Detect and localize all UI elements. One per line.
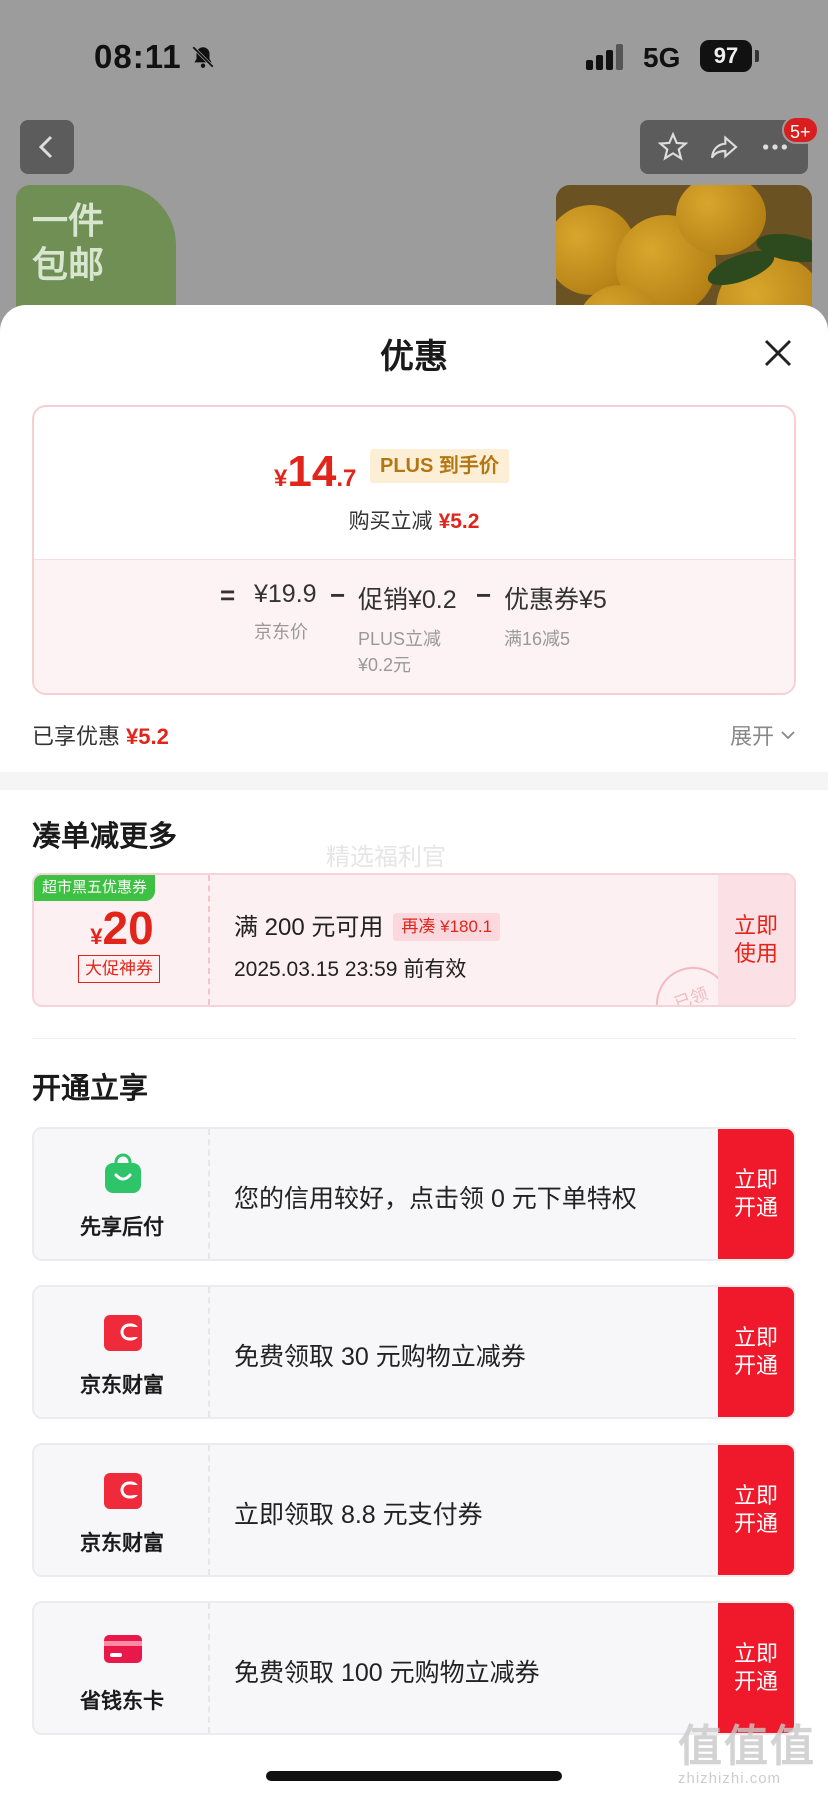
coupon-tag: 超市黑五优惠券 [34, 875, 156, 901]
open-now-button[interactable]: 立即 开通 [718, 1129, 794, 1259]
site-watermark: 值值值 zhizhizhi.com [678, 1710, 818, 1790]
price-formula: = ¥19.9 京东价 − 促销¥0.2 PLUS立减 ¥0.2元 − 优惠券¥… [34, 559, 794, 693]
coupon-remaining-tag: 再凑 ¥180.1 [393, 913, 501, 941]
coupon-amount: ¥20 [34, 901, 210, 955]
service-name: 省钱东卡 [80, 1690, 164, 1713]
buy-reduce-line: 购买立减 ¥5.2 [34, 505, 794, 535]
bell-muted-icon [192, 46, 214, 68]
formula-coupon: 优惠券¥5 满16减5 [504, 580, 607, 652]
coupon-condition: 满 200 元可用 再凑 ¥180.1 [234, 907, 501, 942]
coupon-amount-value: 20 [102, 902, 154, 954]
enjoyed-label: 已享优惠 [32, 724, 121, 749]
status-time: 08:11 [94, 38, 182, 75]
formula-value: ¥19.9 [254, 580, 317, 608]
card-icon [104, 1635, 142, 1663]
close-icon[interactable] [762, 337, 794, 369]
site-watermark-logo: 值值值 [678, 1722, 816, 1771]
formula-jd-price: ¥19.9 京东价 [254, 580, 317, 645]
price-currency: ¥ [274, 465, 288, 492]
formula-promotion: 促销¥0.2 PLUS立减 ¥0.2元 [358, 580, 457, 678]
divider [32, 1038, 796, 1039]
service-card-jd-wealth-8.8[interactable]: 京东财富 立即领取 8.8 元支付券 立即 开通 [32, 1443, 796, 1577]
use-now-button[interactable]: 立即 使用 [718, 875, 794, 1005]
message-badge: 5+ [782, 116, 819, 144]
enjoyed-value: ¥5.2 [126, 724, 169, 749]
price-integer: 14 [287, 447, 337, 496]
buy-reduce-value: ¥5.2 [438, 510, 480, 533]
formula-sub: 满16减5 [504, 629, 571, 649]
plus-price-tag: PLUS 到手价 [370, 449, 509, 483]
price-summary: ¥14.7 PLUS 到手价 购买立减 ¥5.2 [34, 407, 794, 559]
coupon-validity: 2025.03.15 23:59 前有效 [234, 958, 467, 981]
price-decimal: .7 [336, 465, 357, 492]
service-brand: 省钱东卡 [34, 1603, 210, 1733]
service-card-jd-wealth-30[interactable]: 京东财富 免费领取 30 元购物立减券 立即 开通 [32, 1285, 796, 1419]
more-section-title: 凑单减更多 [32, 821, 178, 853]
discount-sheet: 优惠 ¥14.7 PLUS 到手价 购买立减 ¥5.2 = ¥19.9 京东价 −… [0, 305, 828, 1795]
expand-button[interactable]: 展开 [730, 719, 796, 751]
promo-banner-text: 一件 包邮 [32, 200, 105, 285]
status-bar: 08:11 5G 97 [0, 0, 828, 110]
minus-sign: − [476, 580, 492, 610]
coupon-card[interactable]: 超市黑五优惠券 ¥20 大促神券 满 200 元可用 再凑 ¥180.1 2025… [32, 873, 796, 1007]
shopping-bag-icon [105, 1153, 141, 1193]
service-brand: 先享后付 [34, 1129, 210, 1259]
price-breakdown-card: ¥14.7 PLUS 到手价 购买立减 ¥5.2 = ¥19.9 京东价 − 促销… [32, 405, 796, 695]
enjoyed-discount: 已享优惠 ¥5.2 [32, 719, 169, 751]
formula-sub: 京东价 [254, 622, 308, 642]
battery-indicator: 97 [700, 40, 752, 72]
buy-reduce-label: 购买立减 [348, 510, 433, 533]
chevron-down-icon [781, 731, 795, 740]
coupon-condition-text: 满 200 元可用 [234, 914, 384, 941]
minus-sign: − [330, 580, 346, 610]
section-divider [0, 772, 828, 790]
back-button[interactable] [20, 120, 74, 174]
enjoyed-discount-row: 已享优惠 ¥5.2 展开 [32, 713, 796, 753]
battery-cap [755, 50, 759, 62]
wallet-icon [104, 1315, 142, 1351]
coupon-label: 大促神券 [78, 955, 160, 983]
home-indicator[interactable] [266, 1771, 562, 1781]
service-desc: 立即领取 8.8 元支付券 [234, 1501, 483, 1529]
service-card-pay-later[interactable]: 先享后付 您的信用较好，点击领 0 元下单特权 立即 开通 [32, 1127, 796, 1261]
network-label: 5G [643, 42, 681, 73]
open-now-button[interactable]: 立即 开通 [718, 1445, 794, 1575]
expand-label: 展开 [729, 724, 774, 749]
open-section-title: 开通立享 [32, 1073, 149, 1105]
star-icon[interactable] [657, 131, 689, 163]
service-desc: 免费领取 30 元购物立减券 [234, 1343, 526, 1371]
service-brand: 京东财富 [34, 1287, 210, 1417]
service-desc: 免费领取 100 元购物立减券 [234, 1659, 540, 1687]
final-price: ¥14.7 [274, 447, 356, 497]
chevron-left-icon [38, 135, 53, 159]
open-now-button[interactable]: 立即 开通 [718, 1287, 794, 1417]
formula-sub: PLUS立减 ¥0.2元 [358, 629, 442, 675]
share-icon[interactable] [708, 131, 740, 163]
equals-sign: = [220, 580, 236, 610]
wallet-icon [104, 1473, 142, 1509]
signal-icon [586, 44, 623, 70]
service-name: 先享后付 [80, 1216, 164, 1239]
service-brand: 京东财富 [34, 1445, 210, 1575]
service-name: 京东财富 [80, 1374, 164, 1397]
coupon-value-area: 超市黑五优惠券 ¥20 大促神券 [34, 875, 210, 1005]
service-name: 京东财富 [80, 1532, 164, 1555]
watermark-text: 精选福利官 [326, 844, 446, 871]
formula-value: 促销¥0.2 [358, 586, 457, 614]
coupon-currency: ¥ [90, 924, 103, 949]
service-desc: 您的信用较好，点击领 0 元下单特权 [234, 1185, 637, 1213]
formula-value: 优惠券¥5 [504, 586, 607, 614]
sheet-title: 优惠 [380, 338, 448, 376]
